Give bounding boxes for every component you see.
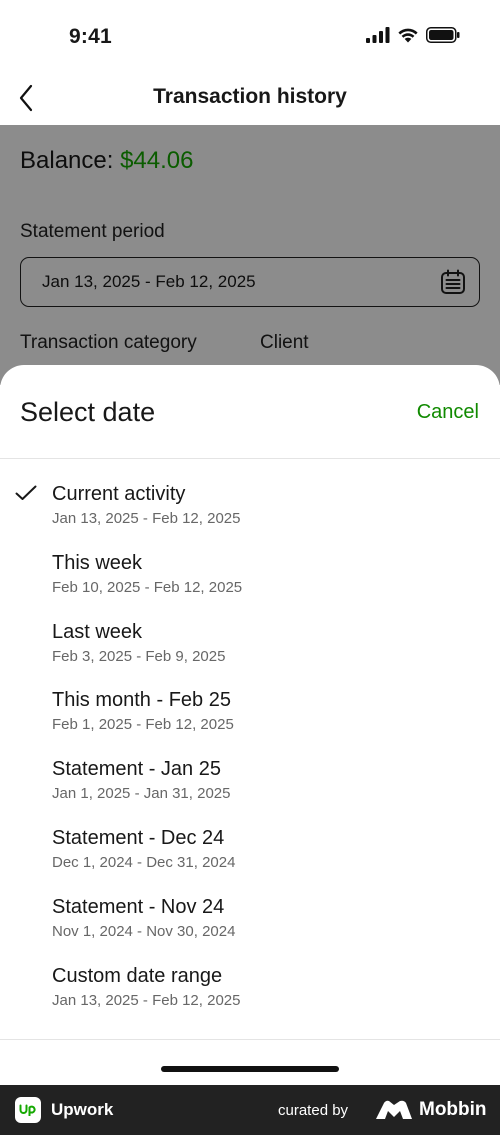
battery-icon xyxy=(426,27,460,43)
date-option-statement-nov[interactable]: Statement - Nov 24 Nov 1, 2024 - Nov 30,… xyxy=(0,872,500,941)
date-option-range: Feb 1, 2025 - Feb 12, 2025 xyxy=(52,716,234,734)
checkmark-icon xyxy=(15,485,37,500)
date-option-label: This week xyxy=(52,551,143,574)
select-date-sheet: Select date Cancel Current activity Jan … xyxy=(0,365,500,1085)
date-option-range: Feb 3, 2025 - Feb 9, 2025 xyxy=(52,647,226,665)
date-option-current-activity[interactable]: Current activity Jan 13, 2025 - Feb 12, … xyxy=(0,459,500,528)
date-option-label: Last week xyxy=(52,620,143,643)
signal-icon xyxy=(366,27,390,43)
date-option-label: Custom date range xyxy=(52,964,223,987)
date-option-statement-jan[interactable]: Statement - Jan 25 Jan 1, 2025 - Jan 31,… xyxy=(0,734,500,803)
date-option-label: Statement - Dec 24 xyxy=(52,826,225,849)
divider xyxy=(0,1039,500,1040)
date-option-this-week[interactable]: This week Feb 10, 2025 - Feb 12, 2025 xyxy=(0,528,500,597)
page-title: Transaction history xyxy=(153,85,347,108)
cancel-button[interactable]: Cancel xyxy=(417,401,479,424)
modal-overlay[interactable] xyxy=(0,125,500,385)
status-bar: 9:41 xyxy=(0,0,500,75)
nav-header: Transaction history xyxy=(0,75,500,125)
brand-bar: Upwork curated by Mobbin xyxy=(0,1085,500,1135)
app-name: Upwork xyxy=(51,1100,114,1119)
sheet-title: Select date xyxy=(20,397,156,427)
date-option-custom-range[interactable]: Custom date range Jan 13, 2025 - Feb 12,… xyxy=(0,941,500,1010)
date-option-label: Statement - Jan 25 xyxy=(52,758,221,781)
date-options-list: Current activity Jan 13, 2025 - Feb 12, … xyxy=(0,459,500,1009)
date-option-statement-dec[interactable]: Statement - Dec 24 Dec 1, 2024 - Dec 31,… xyxy=(0,803,500,872)
mobbin-logo-icon xyxy=(376,1100,412,1119)
curated-by-label: curated by xyxy=(278,1102,349,1119)
home-indicator xyxy=(161,1066,339,1072)
date-option-range: Feb 10, 2025 - Feb 12, 2025 xyxy=(52,578,243,596)
date-option-label: Current activity xyxy=(52,483,186,505)
date-option-last-week[interactable]: Last week Feb 3, 2025 - Feb 9, 2025 xyxy=(0,597,500,666)
status-time: 9:41 xyxy=(69,25,112,48)
date-option-label: This month - Feb 25 xyxy=(52,689,231,712)
upwork-logo-icon xyxy=(15,1097,41,1123)
wifi-icon xyxy=(398,28,418,43)
date-option-label: Statement - Nov 24 xyxy=(52,895,225,918)
brand-name: Mobbin xyxy=(419,1099,487,1120)
status-icons xyxy=(366,27,460,43)
date-option-range: Jan 13, 2025 - Feb 12, 2025 xyxy=(52,510,241,527)
date-option-this-month[interactable]: This month - Feb 25 Feb 1, 2025 - Feb 12… xyxy=(0,665,500,734)
date-option-range: Jan 1, 2025 - Jan 31, 2025 xyxy=(52,785,231,803)
date-option-range: Dec 1, 2024 - Dec 31, 2024 xyxy=(52,853,236,871)
date-option-range: Jan 13, 2025 - Feb 12, 2025 xyxy=(52,991,241,1009)
date-option-range: Nov 1, 2024 - Nov 30, 2024 xyxy=(52,922,236,940)
